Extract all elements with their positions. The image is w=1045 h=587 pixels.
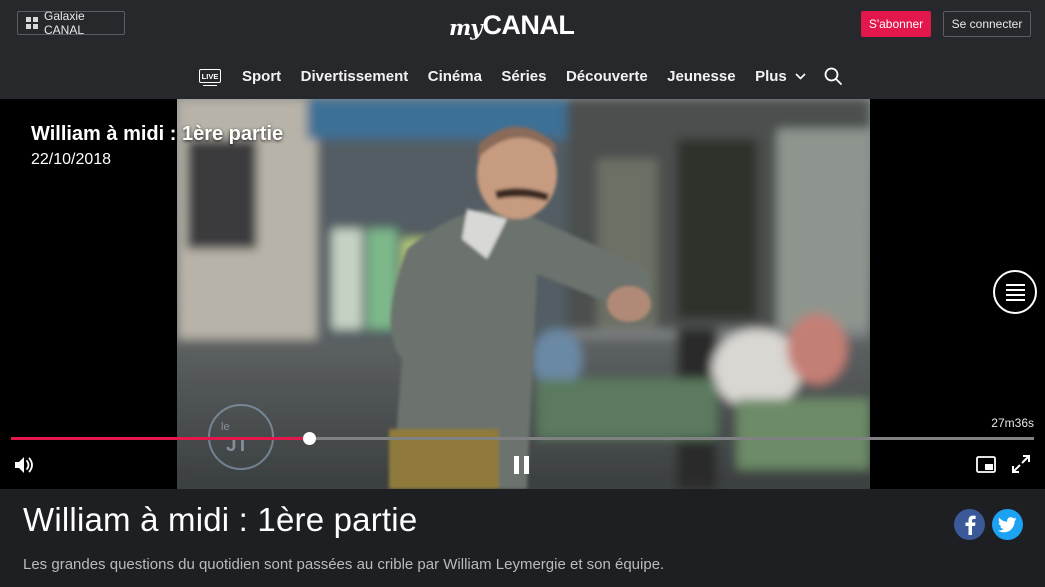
progress-bar[interactable] [11, 432, 1034, 445]
list-icon-line [1005, 288, 1025, 291]
nav-item-divertissement[interactable]: Divertissement [301, 68, 409, 85]
progress-scrubber[interactable] [302, 432, 316, 445]
video-overlay-date: 22/10/2018 [31, 151, 112, 168]
facebook-share-button[interactable] [954, 509, 985, 540]
picture-in-picture-icon[interactable] [976, 456, 996, 473]
video-scene: le JT [177, 99, 870, 489]
nav-more-menu[interactable]: Plus [755, 68, 806, 85]
twitter-icon [998, 516, 1017, 532]
video-overlay-title: William à midi : 1ère partie [31, 123, 284, 145]
twitter-share-button[interactable] [992, 509, 1023, 540]
logo-prefix: my [449, 15, 482, 40]
nav-item-sport[interactable]: Sport [242, 68, 281, 85]
galaxie-canal-button[interactable]: Galaxie CANAL [17, 9, 125, 37]
volume-icon[interactable] [13, 455, 35, 475]
nav-item-series[interactable]: Séries [501, 68, 546, 85]
nav-item-cinema[interactable]: Cinéma [428, 68, 482, 85]
video-frame[interactable]: le JT [177, 99, 870, 489]
video-player[interactable]: le JT William à midi : 1ère partie 22/10… [0, 99, 1045, 489]
chapters-list-button[interactable] [993, 270, 1037, 314]
login-button[interactable]: Se connecter [943, 11, 1031, 37]
program-description: Les grandes questions du quotidien sont … [23, 556, 665, 573]
video-duration: 27m36s [991, 416, 1034, 430]
chevron-down-icon [795, 72, 806, 80]
svg-text:le: le [221, 421, 230, 433]
galaxie-canal-label: Galaxie CANAL [44, 9, 85, 37]
logo-brand: CANAL [482, 10, 575, 40]
pause-icon-bar [514, 456, 519, 474]
main-nav: LIVE Sport Divertissement Cinéma Séries … [199, 62, 842, 90]
list-icon-line [1005, 298, 1025, 301]
list-icon-line [1005, 283, 1025, 286]
facebook-icon [965, 515, 976, 535]
fullscreen-icon[interactable] [1011, 454, 1031, 474]
nav-more-label: Plus [755, 67, 787, 85]
live-label: LIVE [201, 71, 219, 81]
progress-fill [11, 437, 309, 440]
grid-icon [26, 17, 38, 29]
nav-item-jeunesse[interactable]: Jeunesse [667, 68, 735, 85]
subscribe-button[interactable]: S'abonner [861, 11, 931, 37]
pause-icon-bar [524, 456, 529, 474]
live-tv-icon[interactable]: LIVE [199, 69, 221, 86]
pause-button[interactable] [514, 456, 532, 474]
nav-item-decouverte[interactable]: Découverte [566, 68, 648, 85]
search-icon[interactable] [824, 67, 842, 85]
top-bar: Galaxie CANAL my CANAL S'abonner Se conn… [0, 0, 1045, 99]
mycanal-logo[interactable]: my CANAL [449, 8, 575, 40]
list-icon-line [1005, 293, 1025, 296]
program-title: William à midi : 1ère partie [23, 501, 418, 538]
